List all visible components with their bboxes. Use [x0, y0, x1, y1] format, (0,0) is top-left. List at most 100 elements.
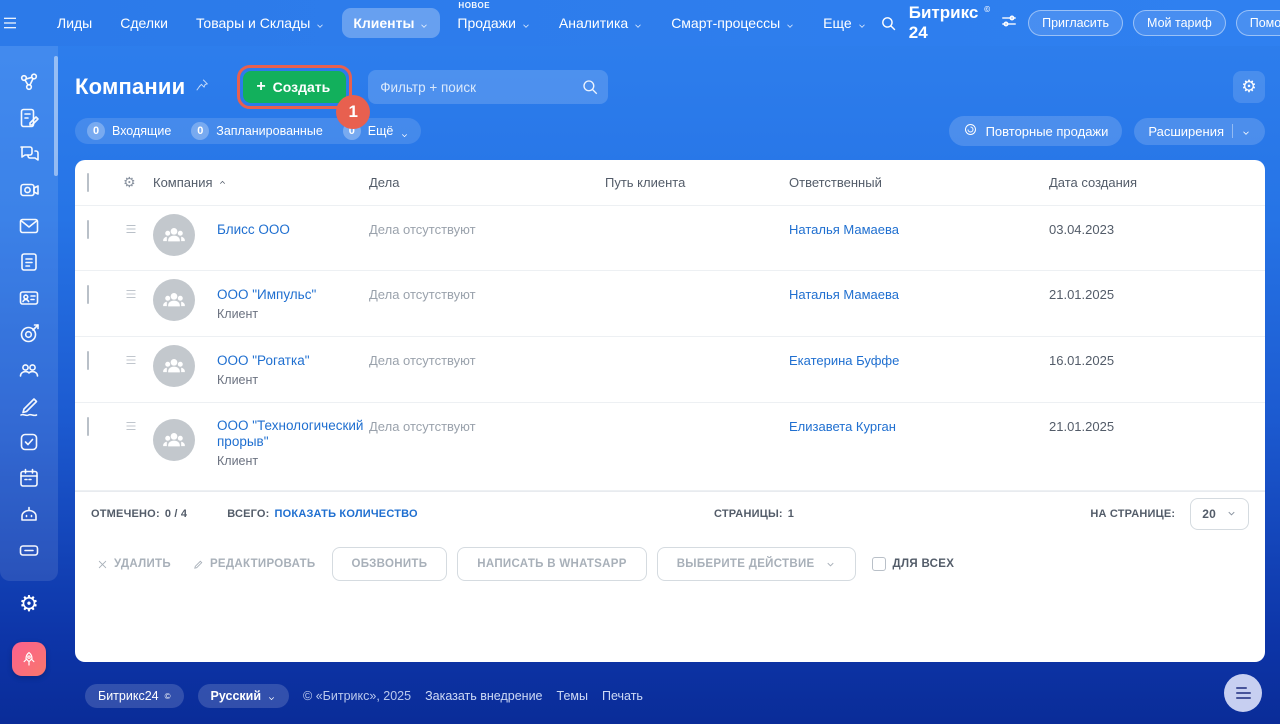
my-plan-button[interactable]: Мой тариф — [1133, 10, 1226, 36]
repeat-sales-icon — [963, 122, 978, 140]
column-activities[interactable]: Дела — [369, 175, 605, 190]
collaboration-icon[interactable] — [17, 70, 41, 94]
themes-link[interactable]: Темы — [557, 689, 588, 703]
extensions-button[interactable]: Расширения — [1134, 117, 1265, 145]
search-icon[interactable] — [581, 78, 599, 96]
sidebar-scrollbar[interactable] — [54, 56, 58, 176]
counter-incoming[interactable]: 0 Входящие — [87, 122, 171, 140]
rocket-button[interactable] — [12, 642, 46, 676]
company-link[interactable]: Блисс ООО — [217, 222, 290, 238]
nav-clients[interactable]: Клиенты — [342, 8, 441, 38]
client-journey-cell — [605, 271, 789, 286]
choose-action-dropdown[interactable]: ВЫБЕРИТЕ ДЕЙСТВИЕ — [656, 547, 856, 581]
pin-icon[interactable] — [195, 78, 209, 97]
sliders-icon[interactable] — [1000, 12, 1018, 35]
bitrix24-logo[interactable]: Битрикс 24 © — [909, 3, 990, 43]
company-link[interactable]: ООО "Импульс" — [217, 287, 316, 303]
nav-analytics[interactable]: Аналитика — [548, 8, 654, 38]
nav-more[interactable]: Еще — [812, 8, 878, 38]
company-link[interactable]: ООО "Технологический прорыв" — [217, 418, 369, 451]
responsible-link[interactable]: Елизавета Курган — [789, 419, 896, 434]
row-menu-icon[interactable] — [123, 271, 153, 305]
counter-planned[interactable]: 0 Запланированные — [191, 122, 323, 140]
help-button[interactable]: Помощь — [1235, 10, 1280, 36]
language-selector[interactable]: Русский — [197, 684, 290, 708]
feed-icon[interactable] — [17, 106, 41, 130]
drive-icon[interactable] — [17, 538, 41, 562]
footer-bitrix-button[interactable]: Битрикс24 © — [85, 684, 184, 708]
copilot-icon[interactable] — [17, 502, 41, 526]
chevron-down-icon — [785, 18, 795, 28]
tasks-icon[interactable] — [17, 430, 41, 454]
created-date: 16.01.2025 — [1049, 353, 1115, 368]
company-avatar — [153, 345, 195, 387]
video-calls-icon[interactable] — [17, 178, 41, 202]
company-link[interactable]: ООО "Рогатка" — [217, 353, 310, 369]
global-search-icon[interactable] — [878, 10, 899, 36]
filter-search-box — [368, 70, 609, 104]
company-avatar — [153, 419, 195, 461]
per-page-select[interactable]: 20 — [1190, 497, 1249, 530]
nav-leads[interactable]: Лиды — [46, 8, 103, 38]
row-checkbox[interactable] — [87, 285, 89, 304]
settings-gear-icon[interactable]: ⚙ — [0, 594, 58, 616]
call-button[interactable]: ОБЗВОНИТЬ — [331, 547, 448, 581]
edit-button[interactable]: РЕДАКТИРОВАТЬ — [187, 550, 322, 578]
column-client-journey[interactable]: Путь клиента — [605, 175, 789, 190]
main-menu-icon[interactable] — [0, 15, 20, 31]
table-row: ООО "Технологический прорыв" Клиент Дела… — [75, 403, 1265, 491]
column-company[interactable]: Компания — [153, 175, 369, 190]
column-created-date[interactable]: Дата создания — [1049, 175, 1265, 190]
table-row: ООО "Импульс" Клиент Дела отсутствуют На… — [75, 271, 1265, 337]
counter-badge: 0 — [191, 122, 210, 140]
chevron-down-icon — [315, 18, 325, 28]
delete-button[interactable]: УДАЛИТЬ — [91, 550, 177, 578]
team-icon[interactable] — [17, 358, 41, 382]
select-all-checkbox[interactable] — [87, 172, 89, 192]
activities-status: Дела отсутствуют — [369, 222, 476, 237]
sign-icon[interactable] — [17, 394, 41, 418]
responsible-link[interactable]: Наталья Мамаева — [789, 222, 899, 237]
page-settings-gear-button[interactable]: ⚙ — [1233, 71, 1265, 103]
whatsapp-button[interactable]: НАПИСАТЬ В WHATSAPP — [457, 547, 647, 581]
row-menu-icon[interactable] — [123, 206, 153, 240]
created-date: 21.01.2025 — [1049, 419, 1115, 434]
for-all-checkbox-group[interactable]: ДЛЯ ВСЕХ — [871, 557, 955, 571]
nav-sales[interactable]: НОВОЕ Продажи — [446, 1, 541, 38]
for-all-checkbox[interactable] — [871, 557, 886, 571]
companies-panel: ⚙ Компания Дела Путь клиента Ответственн… — [75, 160, 1265, 662]
pagination-bar: ОТМЕЧЕНО: 0 / 4 ВСЕГО: ПОКАЗАТЬ КОЛИЧЕСТ… — [75, 491, 1265, 535]
create-button[interactable]: + Создать — [243, 71, 347, 103]
contact-center-icon[interactable] — [17, 286, 41, 310]
chevron-down-icon — [419, 18, 429, 28]
top-nav-menu: Лиды Сделки Товары и Склады Клиенты НОВО… — [46, 1, 878, 38]
print-link[interactable]: Печать — [602, 689, 643, 703]
messenger-icon[interactable] — [17, 142, 41, 166]
calendar-icon[interactable] — [17, 466, 41, 490]
nav-deals[interactable]: Сделки — [109, 8, 179, 38]
client-journey-cell — [605, 337, 789, 352]
nav-smart-processes[interactable]: Смарт-процессы — [660, 8, 806, 38]
crm-icon[interactable] — [17, 322, 41, 346]
quick-menu-float-button[interactable] — [1224, 674, 1262, 712]
row-menu-icon[interactable] — [123, 403, 153, 437]
divider — [1232, 124, 1233, 138]
counter-badge: 0 — [87, 122, 105, 140]
mail-icon[interactable] — [17, 214, 41, 238]
filter-search-input[interactable] — [368, 70, 609, 104]
repeat-sales-button[interactable]: Повторные продажи — [948, 116, 1123, 146]
responsible-link[interactable]: Екатерина Буффе — [789, 353, 899, 368]
invite-button[interactable]: Пригласить — [1028, 10, 1124, 36]
nav-products[interactable]: Товары и Склады — [185, 8, 336, 38]
row-checkbox[interactable] — [87, 351, 89, 370]
column-responsible[interactable]: Ответственный — [789, 175, 1049, 190]
row-checkbox[interactable] — [87, 220, 89, 239]
column-settings-gear-icon[interactable]: ⚙ — [123, 175, 136, 191]
documents-icon[interactable] — [17, 250, 41, 274]
show-count-link[interactable]: ПОКАЗАТЬ КОЛИЧЕСТВО — [275, 508, 418, 520]
order-implementation-link[interactable]: Заказать внедрение — [425, 689, 542, 703]
row-menu-icon[interactable] — [123, 337, 153, 371]
row-checkbox[interactable] — [87, 417, 89, 436]
pencil-icon — [193, 559, 204, 570]
responsible-link[interactable]: Наталья Мамаева — [789, 287, 899, 302]
